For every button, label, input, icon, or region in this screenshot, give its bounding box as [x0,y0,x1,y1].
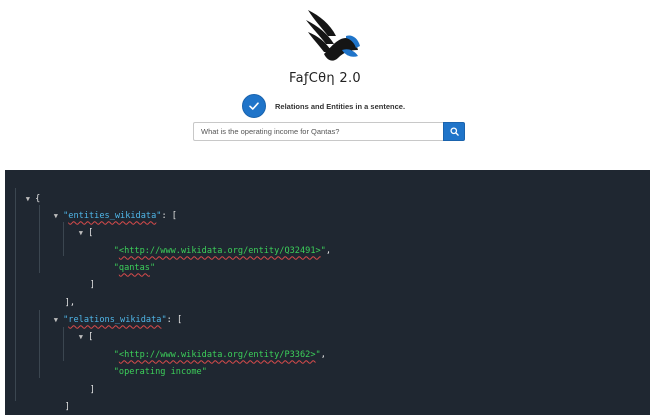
json-root-line: ▼ { [25,194,41,205]
json-bracket-line: ], [64,298,76,309]
json-bracket-line: ] [89,280,95,291]
json-string-line: "qantas" [113,263,156,274]
check-icon[interactable] [242,94,266,118]
collapse-toggle-icon[interactable]: ▼ [79,229,83,237]
search-input[interactable] [193,122,443,141]
json-string-line: "operating income" [113,367,207,378]
json-viewer: ▼ { ▼ "entities_wikidata": [ ▼ [ "<http:… [5,170,650,415]
json-string-line: "<http://www.wikidata.org/entity/Q32491>… [113,246,332,257]
json-bracket-line: ] [64,402,70,413]
falcon-logo [302,6,362,66]
json-array-line: ▼ [ [78,228,94,239]
json-root-close-line: } [22,399,48,415]
search-button[interactable] [443,122,465,141]
brand-title: FaƒCθη 2.0 [289,71,361,86]
collapse-toggle-icon[interactable]: ▼ [79,333,83,341]
json-bracket-line: ] [89,385,95,396]
search-bar [193,122,465,141]
json-string-line: "<http://www.wikidata.org/entity/P3362>"… [113,350,326,361]
search-icon [449,124,459,139]
json-key-line: ▼ "relations_wikidata": [ [53,315,183,326]
json-key-line: ▼ "entities_wikidata": [ [53,211,177,222]
collapse-toggle-icon[interactable]: ▼ [26,195,30,203]
mode-label: Relations and Entities in a sentence. [275,101,406,111]
mode-selector[interactable]: Relations and Entities in a sentence. [242,93,405,119]
json-array-line: ▼ [ [78,332,94,343]
